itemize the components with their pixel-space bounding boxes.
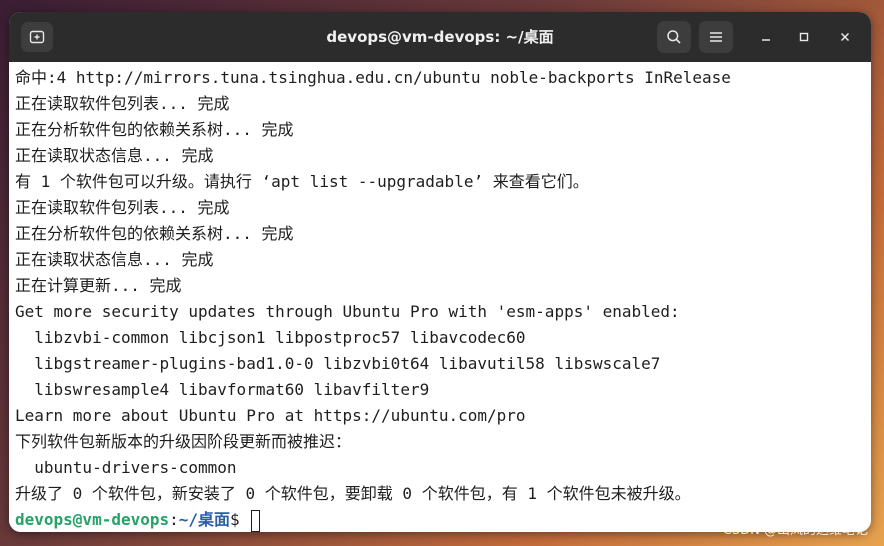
minimize-button[interactable] <box>754 25 778 49</box>
hamburger-menu-icon <box>710 32 722 42</box>
title-bar[interactable]: devops@vm-devops: ~/桌面 <box>9 12 871 62</box>
maximize-icon <box>799 32 809 42</box>
terminal-line: ubuntu-drivers-common <box>15 458 237 477</box>
terminal-line: Learn more about Ubuntu Pro at https://u… <box>15 406 526 425</box>
prompt-symbol: $ <box>230 510 250 529</box>
terminal-window: devops@vm-devops: ~/桌面 命中:4 http://mirro… <box>9 12 871 532</box>
window-title: devops@vm-devops: ~/桌面 <box>326 28 554 46</box>
prompt-separator: : <box>169 510 179 529</box>
text-cursor <box>251 509 261 532</box>
terminal-line: libswresample4 libavformat60 libavfilter… <box>15 380 430 399</box>
menu-button[interactable] <box>699 21 733 53</box>
close-button[interactable] <box>833 25 857 49</box>
close-icon <box>840 32 850 42</box>
terminal-line: 正在读取状态信息... 完成 <box>15 146 214 165</box>
terminal-line: 正在读取软件包列表... 完成 <box>15 94 230 113</box>
terminal-line: 正在分析软件包的依赖关系树... 完成 <box>15 224 294 243</box>
terminal-line: 升级了 0 个软件包，新安装了 0 个软件包，要卸载 0 个软件包，有 1 个软… <box>15 484 691 503</box>
watermark: CSDN @山岚的运维笔记 <box>722 523 868 538</box>
minimize-icon <box>762 39 770 41</box>
search-button[interactable] <box>657 21 691 53</box>
terminal-line: libzvbi-common libcjson1 libpostproc57 l… <box>15 328 526 347</box>
terminal-line: 下列软件包新版本的升级因阶段更新而被推迟： <box>15 432 352 451</box>
terminal-line: libgstreamer-plugins-bad1.0-0 libzvbi0t6… <box>15 354 661 373</box>
search-icon <box>667 30 681 44</box>
terminal-line: 正在分析软件包的依赖关系树... 完成 <box>15 120 294 139</box>
terminal-line: 正在读取软件包列表... 完成 <box>15 198 230 217</box>
terminal-line: Get more security updates through Ubuntu… <box>15 302 680 321</box>
terminal-line: 有 1 个软件包可以升级。请执行 ‘apt list --upgradable’… <box>15 172 589 191</box>
maximize-button[interactable] <box>792 25 816 49</box>
terminal-output[interactable]: 命中:4 http://mirrors.tuna.tsinghua.edu.cn… <box>9 62 871 532</box>
prompt-path: ~/桌面 <box>178 510 231 529</box>
terminal-line: 命中:4 http://mirrors.tuna.tsinghua.edu.cn… <box>15 68 731 87</box>
terminal-line: 正在计算更新... 完成 <box>15 276 182 295</box>
prompt-user-host: devops@vm-devops <box>15 510 170 529</box>
terminal-line: 正在读取状态信息... 完成 <box>15 250 214 269</box>
